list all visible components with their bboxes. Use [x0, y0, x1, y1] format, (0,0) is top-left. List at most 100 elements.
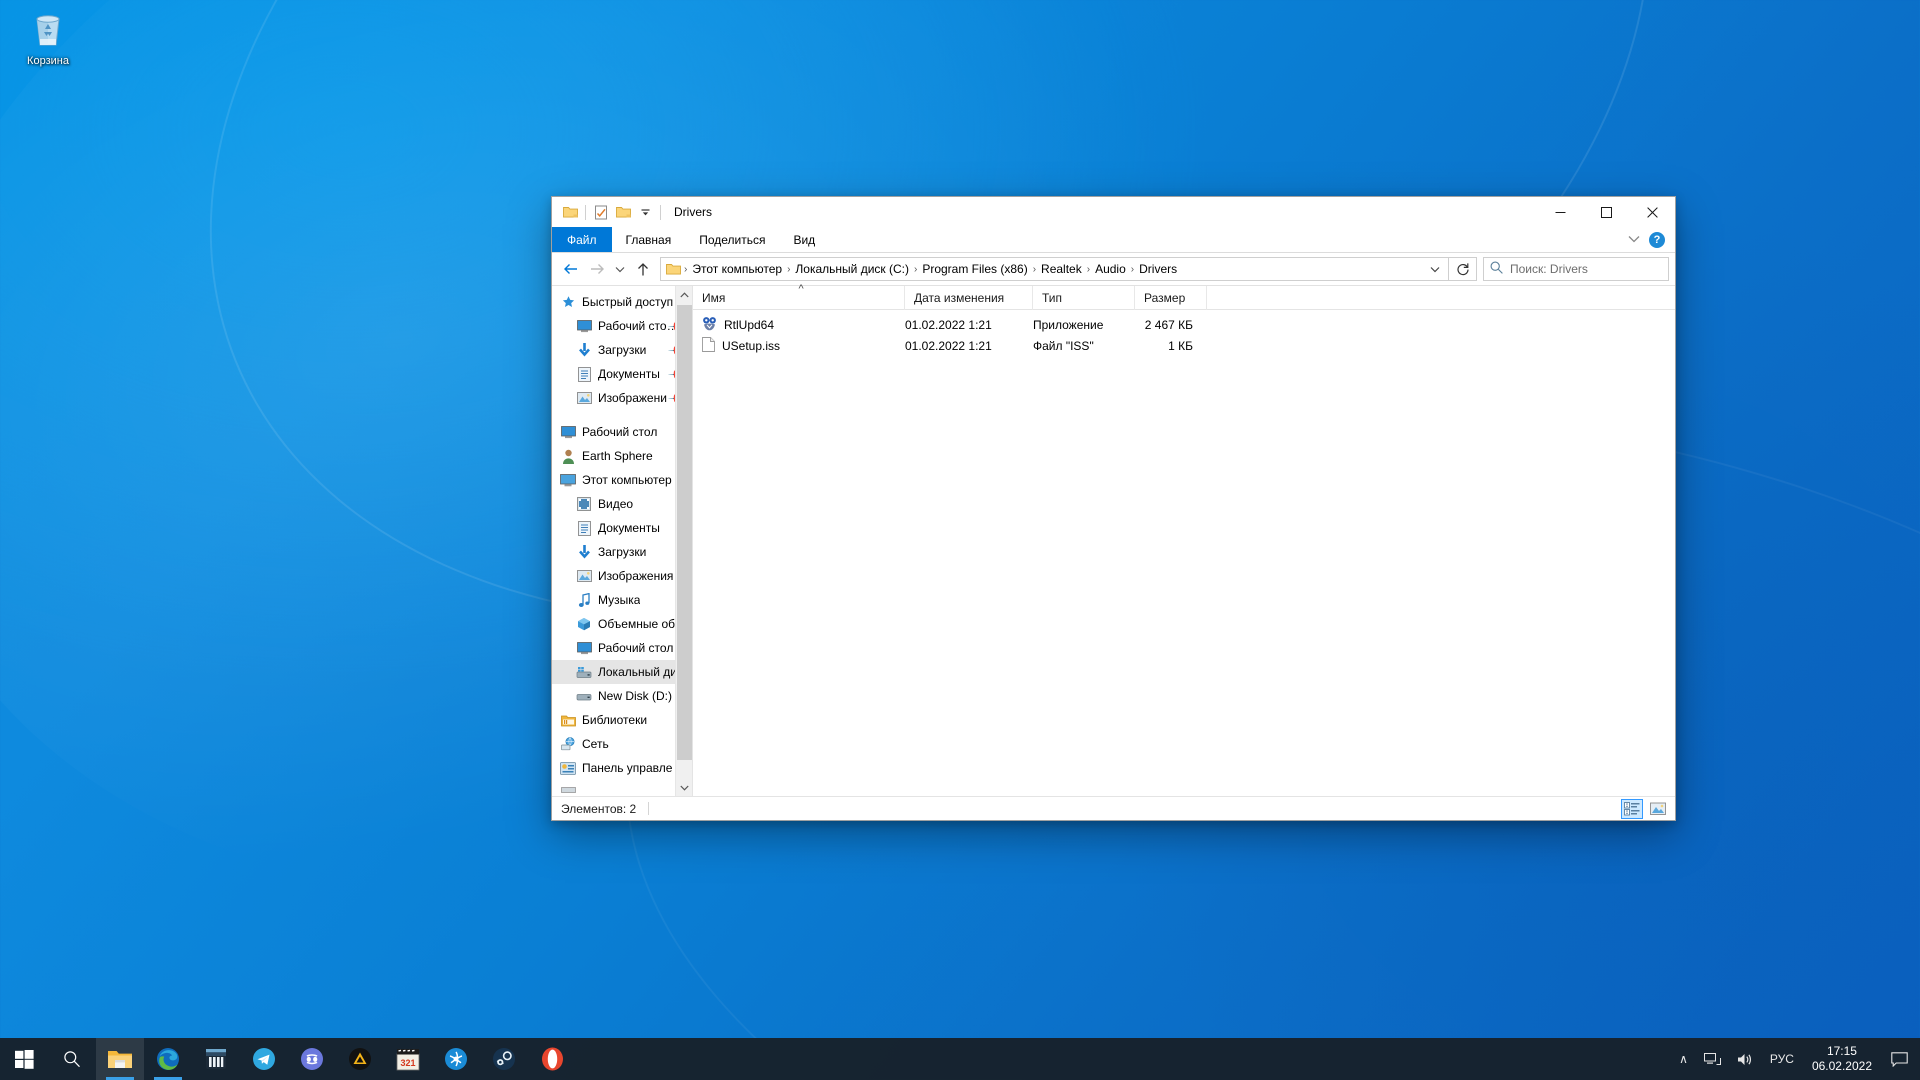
sidebar-item-3d-objects[interactable]: Объемные об	[552, 612, 692, 636]
generic-file-icon	[702, 336, 715, 355]
sidebar-item-new-disk-d[interactable]: New Disk (D:)	[552, 684, 692, 708]
file-explorer-taskbar-icon[interactable]	[96, 1038, 144, 1080]
tray-overflow-button[interactable]: ∧	[1671, 1038, 1696, 1080]
file-name-cell[interactable]: RtlUpd64	[693, 316, 905, 334]
scroll-up-arrow-icon[interactable]	[676, 286, 693, 303]
refresh-button[interactable]	[1449, 257, 1477, 281]
forward-button[interactable]	[584, 256, 610, 282]
file-name-cell[interactable]: USetup.iss	[693, 336, 905, 355]
sidebar-item-local-disk[interactable]: Локальный ди	[552, 660, 692, 684]
desktop-icon-recycle-bin[interactable]: Корзина	[10, 8, 86, 68]
minimize-button[interactable]	[1537, 197, 1583, 227]
help-icon[interactable]: ?	[1649, 232, 1665, 248]
address-dropdown-chevron-icon[interactable]	[1424, 266, 1446, 273]
column-header-type[interactable]: Тип	[1033, 285, 1135, 310]
details-view-icon[interactable]	[1621, 798, 1643, 819]
discord-taskbar-icon[interactable]	[288, 1038, 336, 1080]
column-headers: Имя Дата изменения Тип Размер	[693, 283, 1675, 310]
breadcrumb-drivers[interactable]: Drivers	[1135, 262, 1181, 276]
sidebar-item-control-panel[interactable]: Панель управле	[552, 756, 692, 780]
telegram-taskbar-icon[interactable]	[240, 1038, 288, 1080]
window-titlebar[interactable]: Drivers	[552, 197, 1675, 227]
sidebar-item-network[interactable]: Сеть	[552, 732, 692, 756]
recycle-bin-icon	[10, 8, 86, 52]
file-size: 1 КБ	[1168, 338, 1193, 353]
new-folder-icon[interactable]	[612, 201, 634, 223]
expand-ribbon-chevron-icon[interactable]	[1628, 234, 1640, 246]
column-header-name[interactable]: Имя	[693, 283, 905, 310]
tab-file[interactable]: Файл	[552, 227, 612, 252]
store-taskbar-icon[interactable]	[192, 1038, 240, 1080]
sidebar-item-quick-access[interactable]: Быстрый доступ	[552, 290, 692, 314]
tab-view[interactable]: Вид	[779, 227, 829, 252]
language-indicator[interactable]: РУС	[1762, 1038, 1802, 1080]
search-button[interactable]	[48, 1038, 96, 1080]
local-disk-icon	[576, 664, 592, 680]
breadcrumb-this-pc[interactable]: Этот компьютер	[688, 262, 786, 276]
documents-icon	[576, 520, 592, 536]
breadcrumb-program-files[interactable]: Program Files (x86)	[918, 262, 1031, 276]
column-header-size[interactable]: Размер	[1135, 285, 1207, 310]
sidebar-item-desktop[interactable]: Рабочий стол	[552, 420, 692, 444]
action-center-icon[interactable]	[1882, 1038, 1916, 1080]
tab-share[interactable]: Поделиться	[685, 227, 779, 252]
sidebar-item-music[interactable]: Музыка	[552, 588, 692, 612]
navigation-scrollbar[interactable]	[675, 286, 692, 796]
sidebar-item-desktop-2[interactable]: Рабочий стол	[552, 636, 692, 660]
opera-taskbar-icon[interactable]	[528, 1038, 576, 1080]
column-header-date-modified[interactable]: Дата изменения	[905, 285, 1033, 310]
up-button[interactable]	[630, 256, 656, 282]
sidebar-item-label: Загрузки	[598, 545, 647, 559]
sidebar-item-label: Изображени	[598, 391, 667, 405]
clock-time: 17:15	[1826, 1044, 1857, 1058]
sidebar-item-documents[interactable]: Документы	[552, 516, 692, 540]
sidebar-item-user-earth-sphere[interactable]: Earth Sphere	[552, 444, 692, 468]
microsoft-edge-taskbar-icon[interactable]	[144, 1038, 192, 1080]
aimp-taskbar-icon[interactable]	[336, 1038, 384, 1080]
breadcrumb-audio[interactable]: Audio	[1091, 262, 1130, 276]
sidebar-item-partial[interactable]	[552, 780, 692, 796]
media-player-classic-taskbar-icon[interactable]: 321	[384, 1038, 432, 1080]
breadcrumb-local-disk[interactable]: Локальный диск (C:)	[791, 262, 913, 276]
breadcrumb-realtek[interactable]: Realtek	[1037, 262, 1086, 276]
sidebar-item-videos[interactable]: Видео	[552, 492, 692, 516]
desktop-icon	[576, 640, 592, 656]
battle-net-taskbar-icon[interactable]	[432, 1038, 480, 1080]
sidebar-item-pictures-pinned[interactable]: Изображени 📌	[552, 386, 692, 410]
sidebar-item-label: Этот компьютер	[582, 473, 672, 487]
volume-tray-icon[interactable]	[1729, 1038, 1762, 1080]
large-icons-view-icon[interactable]	[1647, 799, 1669, 819]
pictures-icon	[576, 568, 592, 584]
close-button[interactable]	[1629, 197, 1675, 227]
search-input[interactable]: Поиск: Drivers	[1483, 257, 1669, 281]
videos-icon	[576, 496, 592, 512]
sidebar-item-desktop-pinned[interactable]: Рабочий сто… 📌	[552, 314, 692, 338]
table-row[interactable]: USetup.iss 01.02.2022 1:21 Файл "ISS" 1 …	[693, 335, 1675, 356]
recent-locations-button[interactable]	[610, 256, 630, 282]
properties-icon[interactable]	[590, 201, 612, 223]
sidebar-item-downloads[interactable]: Загрузки	[552, 540, 692, 564]
scrollbar-track[interactable]	[676, 303, 693, 779]
sidebar-item-pictures[interactable]: Изображения	[552, 564, 692, 588]
scrollbar-thumb[interactable]	[676, 305, 692, 760]
breadcrumb-bar[interactable]: › Этот компьютер › Локальный диск (C:) ›…	[660, 257, 1449, 281]
steam-taskbar-icon[interactable]	[480, 1038, 528, 1080]
sidebar-item-libraries[interactable]: Библиотеки	[552, 708, 692, 732]
tab-home[interactable]: Главная	[612, 227, 686, 252]
caption-buttons	[1537, 197, 1675, 227]
customize-qat-chevron-icon[interactable]	[634, 201, 656, 223]
sidebar-item-this-pc[interactable]: Этот компьютер	[552, 468, 692, 492]
scroll-down-arrow-icon[interactable]	[676, 779, 693, 796]
maximize-button[interactable]	[1583, 197, 1629, 227]
network-tray-icon[interactable]	[1696, 1038, 1729, 1080]
clock[interactable]: 17:15 06.02.2022	[1802, 1038, 1882, 1080]
folder-icon[interactable]	[559, 201, 581, 223]
sidebar-item-label: Рабочий стол	[582, 425, 658, 439]
start-button[interactable]	[0, 1038, 48, 1080]
file-type: Файл "ISS"	[1033, 338, 1094, 353]
sidebar-item-documents-pinned[interactable]: Документы 📌	[552, 362, 692, 386]
back-button[interactable]	[558, 256, 584, 282]
table-row[interactable]: RtlUpd64 01.02.2022 1:21 Приложение 2 46…	[693, 314, 1675, 335]
sidebar-item-downloads-pinned[interactable]: Загрузки 📌	[552, 338, 692, 362]
user-icon	[560, 448, 576, 464]
